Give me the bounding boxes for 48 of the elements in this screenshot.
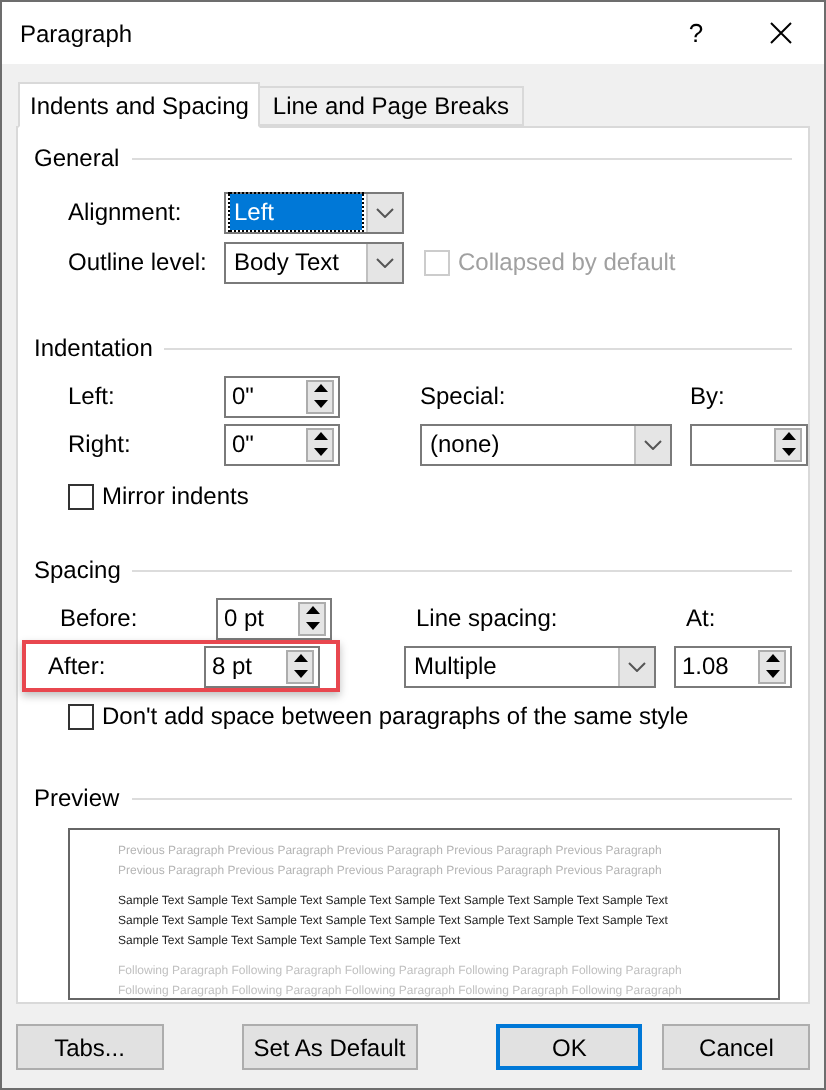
close-icon [769, 22, 791, 44]
dialog-button[interactable]: Set As Default [241, 1024, 418, 1070]
field-label: Alignment: [68, 196, 184, 230]
spin-box[interactable] [690, 423, 808, 465]
spin-arrows-icon [306, 427, 334, 461]
spin-arrows-icon [298, 601, 326, 635]
field-label: Before: [60, 602, 140, 636]
dialog-button[interactable]: Tabs... [16, 1024, 164, 1070]
chevron-down-icon [376, 257, 394, 267]
field-label: Left: [68, 380, 117, 414]
window-title: Paragraph [20, 17, 135, 51]
checkbox-label: Collapsed by default [458, 246, 676, 280]
dropdown[interactable]: Multiple [404, 645, 656, 687]
dropdown[interactable]: Body Text [224, 241, 404, 283]
chevron-down-icon [628, 661, 646, 671]
spin-box[interactable]: 0" [224, 375, 340, 417]
tab[interactable]: Indents and Spacing [18, 82, 261, 128]
field-label: Line spacing: [416, 602, 560, 636]
checkbox-label: Mirror indents [102, 480, 249, 514]
dialog-button[interactable]: OK [495, 1024, 643, 1070]
chevron-down-icon [376, 207, 394, 217]
spin-arrows-icon [758, 649, 786, 683]
spin-box[interactable]: 8 pt [204, 645, 320, 687]
dropdown[interactable]: (none) [420, 423, 672, 465]
spin-box[interactable]: 0 pt [216, 597, 332, 639]
field-label: After: [48, 650, 108, 684]
dropdown[interactable]: Left [224, 191, 404, 233]
checkbox[interactable] [68, 483, 94, 509]
field-label: Right: [68, 428, 133, 462]
help-button[interactable]: ? [656, 3, 736, 63]
spin-arrows-icon [306, 379, 334, 413]
checkbox[interactable] [68, 703, 94, 729]
checkbox-label: Don't add space between paragraphs of the same style [102, 700, 689, 734]
chevron-down-icon [644, 439, 662, 449]
dialog-button[interactable]: Cancel [662, 1024, 810, 1070]
field-label: By: [690, 380, 725, 414]
section-heading: Indentation [34, 332, 153, 366]
field-label: At: [686, 602, 716, 636]
spin-box[interactable]: 1.08 [674, 645, 792, 687]
tab[interactable]: Line and Page Breaks [260, 86, 524, 126]
field-label: Special: [420, 380, 508, 414]
field-label: Outline level: [68, 246, 209, 280]
section-heading: Spacing [34, 554, 121, 588]
spin-arrows-icon [286, 649, 314, 683]
spin-arrows-icon [774, 427, 802, 461]
section-heading: Preview [34, 782, 120, 816]
section-heading: General [34, 142, 120, 176]
spin-box[interactable]: 0" [224, 423, 340, 465]
